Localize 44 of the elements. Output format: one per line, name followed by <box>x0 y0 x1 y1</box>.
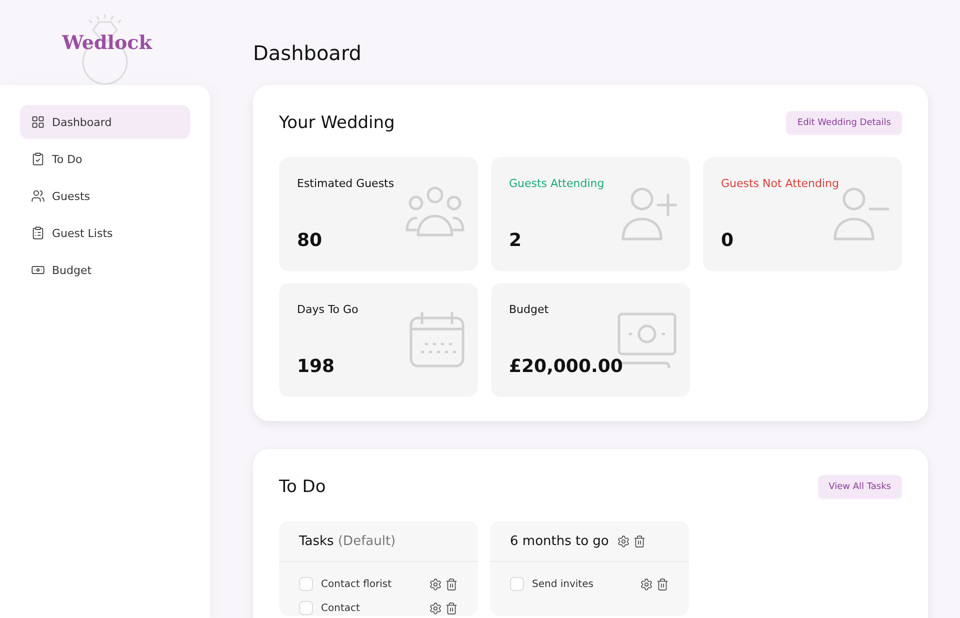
view-all-tasks-button[interactable]: View All Tasks <box>818 475 902 499</box>
sidebar-item[interactable]: Budget <box>20 253 190 287</box>
calendar-icon <box>408 311 466 369</box>
sidebar-item[interactable]: To Do <box>20 142 190 176</box>
stat-label: Days To Go <box>297 303 360 316</box>
stat-value: 2 <box>509 230 523 251</box>
sidebar-item[interactable]: Dashboard <box>20 105 190 139</box>
stat-value: £20,000.00 <box>509 356 624 377</box>
users-icon <box>31 189 45 203</box>
edit-wedding-button[interactable]: Edit Wedding Details <box>786 111 902 135</box>
task-label: Contact florist <box>321 578 393 590</box>
stat-value: 198 <box>297 356 336 377</box>
delete-icon[interactable] <box>445 578 458 590</box>
stat-label: Guests Not Attending <box>721 177 840 190</box>
settings-icon[interactable] <box>616 534 630 548</box>
delete-icon[interactable] <box>445 602 458 614</box>
sidebar-item[interactable]: Guest Lists <box>20 216 190 250</box>
task-checkbox[interactable] <box>299 577 313 591</box>
stat-label: Estimated Guests <box>297 177 396 190</box>
task-checkbox[interactable] <box>510 577 524 591</box>
stat-value: 0 <box>721 230 735 251</box>
task-label: Contact <box>321 602 361 614</box>
settings-icon[interactable] <box>640 578 653 590</box>
banknote-icon <box>31 263 45 277</box>
clipboard-list-icon <box>31 226 45 240</box>
brand-logo: Wedlock <box>62 32 152 54</box>
card-title: To Do <box>279 477 326 497</box>
settings-icon[interactable] <box>429 602 442 614</box>
task-label: Send invites <box>532 578 594 590</box>
settings-icon[interactable] <box>429 578 442 590</box>
stat-label: Budget <box>509 303 550 316</box>
delete-icon[interactable] <box>656 578 669 590</box>
page-title: Dashboard <box>253 40 363 66</box>
list-title: 6 months to go <box>510 534 609 548</box>
sidebar-item[interactable]: Guests <box>20 179 190 213</box>
grid-icon <box>31 115 45 129</box>
clipboard-icon <box>31 152 45 166</box>
delete-icon[interactable] <box>632 534 646 548</box>
stat-value: 80 <box>297 230 324 251</box>
task-checkbox[interactable] <box>299 601 313 615</box>
list-title: Tasks (Default) <box>299 534 396 548</box>
user-plus-icon <box>620 185 678 243</box>
card-title: Your Wedding <box>279 113 395 133</box>
stat-label: Guests Attending <box>509 177 606 190</box>
